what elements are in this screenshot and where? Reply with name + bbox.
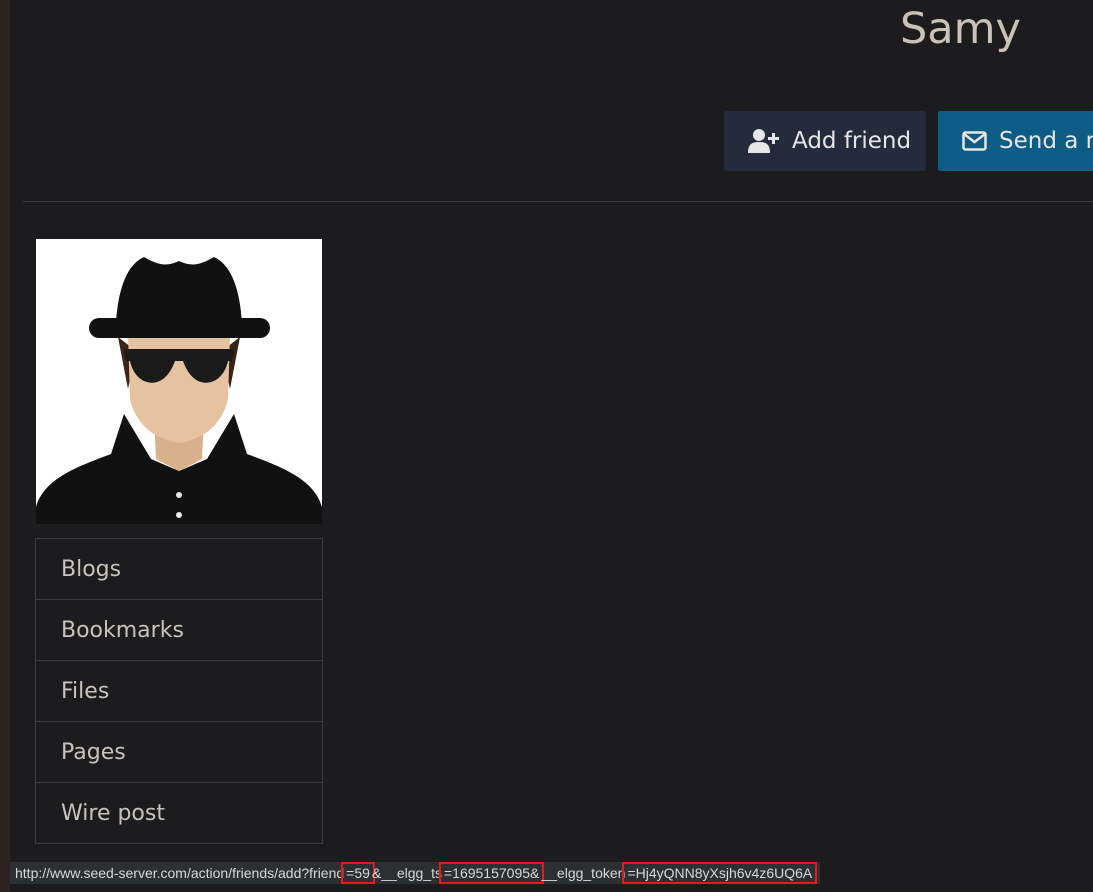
status-url-ts-value: =1695157095&: [438, 862, 545, 884]
menu-item-pages[interactable]: Pages: [36, 722, 322, 783]
header-divider: [23, 201, 1093, 202]
envelope-icon: [962, 131, 987, 151]
profile-page: Samy Add friend Send a m: [10, 0, 1093, 892]
menu-item-bookmarks[interactable]: Bookmarks: [36, 600, 322, 661]
status-url-friend-id: =59: [341, 862, 375, 884]
avatar[interactable]: [36, 239, 322, 524]
status-url-base: http://www.seed-server.com/action/friend…: [15, 865, 345, 881]
page-title: Samy: [900, 4, 1021, 54]
link-status-bar: http://www.seed-server.com/action/friend…: [10, 862, 821, 884]
status-url-ts-key: &__elgg_ts: [371, 865, 442, 881]
user-plus-icon: [748, 129, 779, 153]
add-friend-button[interactable]: Add friend: [724, 111, 926, 171]
send-message-label: Send a m: [999, 128, 1093, 154]
add-friend-label: Add friend: [792, 128, 912, 154]
menu-item-wire-post[interactable]: Wire post: [36, 783, 322, 843]
menu-item-blogs[interactable]: Blogs: [36, 539, 322, 600]
profile-owner-menu: Blogs Bookmarks Files Pages Wire post: [35, 538, 323, 844]
menu-item-files[interactable]: Files: [36, 661, 322, 722]
status-url-token-key: __elgg_token: [541, 865, 626, 881]
spy-avatar-image: [36, 239, 322, 524]
status-url-token-value: =Hj4yQNN8yXsjh6v4z6UQ6A: [622, 862, 818, 884]
send-message-button[interactable]: Send a m: [938, 111, 1093, 171]
